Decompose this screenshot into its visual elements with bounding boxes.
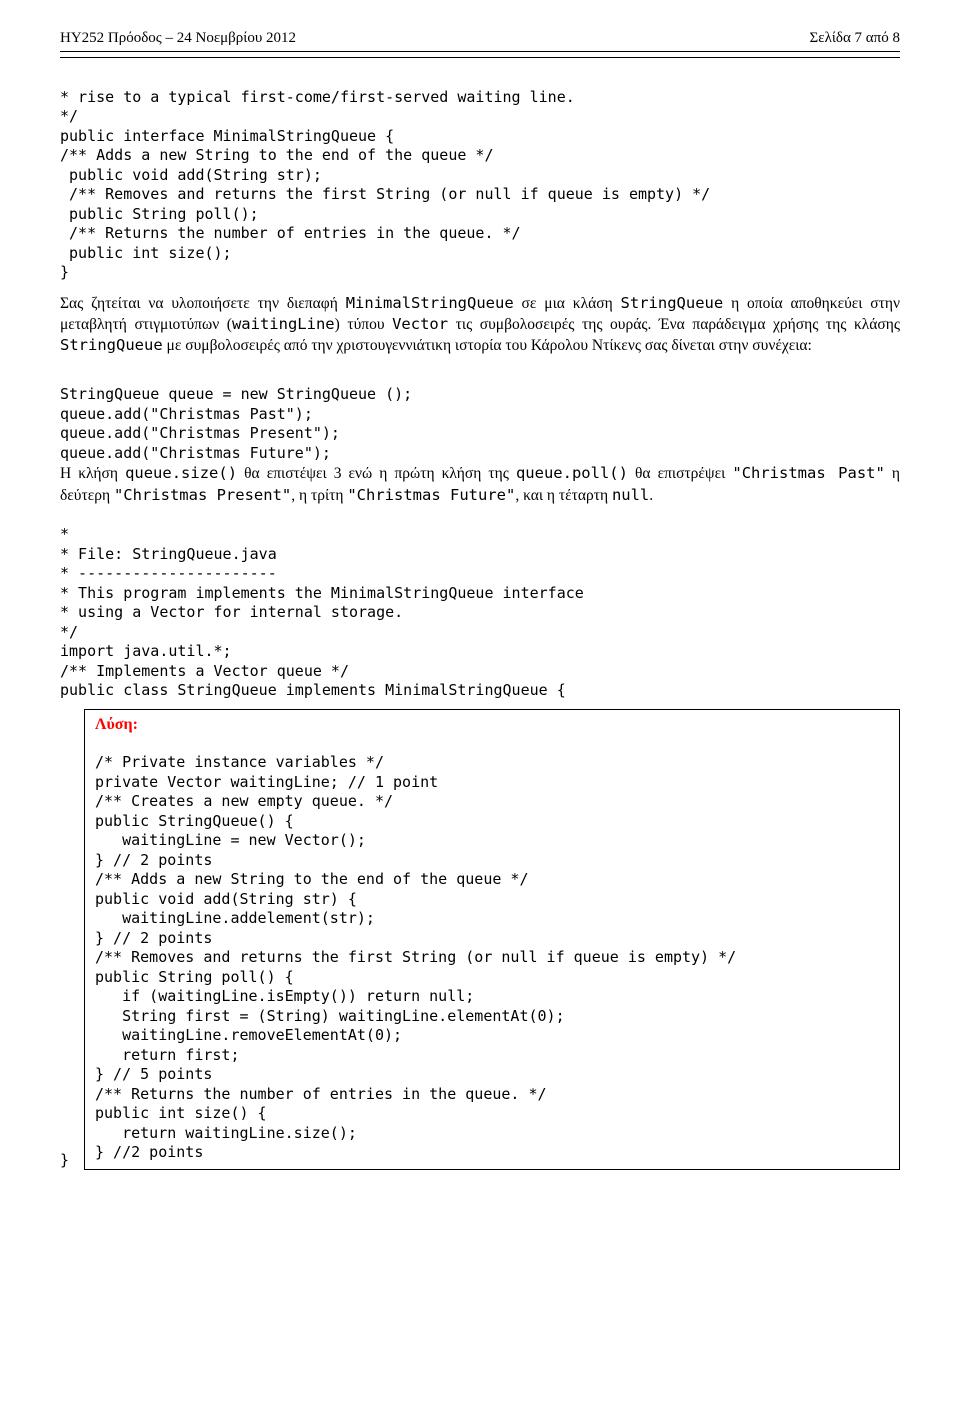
code-inline: queue.size() (125, 464, 237, 482)
text: τις συμβολοσειρές της ουράς. Ένα παράδει… (448, 316, 900, 333)
code-block-class-header: * * File: StringQueue.java * -----------… (60, 506, 900, 701)
code-line: waitingLine = new Vector(); (95, 831, 366, 849)
code-line: /** Adds a new String to the end of the … (95, 870, 528, 888)
code-inline: Vector (392, 315, 448, 333)
solution-label: Λύση: (95, 716, 138, 733)
header-left: ΗΥ252 Πρόοδος – 24 Νοεμβρίου 2012 (60, 30, 296, 47)
code-line: /** Adds a new String to the end of the … (60, 146, 493, 164)
code-line: /** Creates a new empty queue. */ (95, 792, 393, 810)
code-line: /* Private instance variables */ (95, 753, 384, 771)
text: , η τρίτη (291, 487, 347, 504)
code-line: */ (60, 623, 78, 641)
text: θα επιστέψει 3 ενώ η πρώτη κλήση της (237, 465, 516, 482)
code-line: public void add(String str); (60, 166, 322, 184)
code-line: /** Implements a Vector queue */ (60, 662, 349, 680)
code-line: } (60, 263, 69, 281)
code-line: queue.add("Christmas Future"); (60, 444, 331, 462)
code-inline: StringQueue (621, 294, 724, 312)
code-line: public String poll(); (60, 205, 259, 223)
code-line: * ---------------------- (60, 564, 277, 582)
code-line: private Vector waitingLine; // 1 point (95, 773, 438, 791)
code-inline: MinimalStringQueue (346, 294, 514, 312)
code-line: String first = (String) waitingLine.elem… (95, 1007, 565, 1025)
code-line: public interface MinimalStringQueue { (60, 127, 394, 145)
code-line: * File: StringQueue.java (60, 545, 277, 563)
code-line: * This program implements the MinimalStr… (60, 584, 584, 602)
code-line: import java.util.*; (60, 642, 232, 660)
code-line: public int size() { (95, 1104, 267, 1122)
code-line: public int size(); (60, 244, 232, 262)
solution-box: Λύση: /* Private instance variables */ p… (84, 709, 900, 1170)
code-block-example: StringQueue queue = new StringQueue (); … (60, 366, 900, 464)
text: θα επιστρέψει (628, 465, 732, 482)
code-line: * using a Vector for internal storage. (60, 603, 403, 621)
code-line: } // 5 points (95, 1065, 212, 1083)
code-line: * rise to a typical first-come/first-ser… (60, 88, 575, 106)
code-line: /** Removes and returns the first String… (95, 948, 736, 966)
header-right: Σελίδα 7 από 8 (810, 30, 900, 47)
code-line: waitingLine.addelement(str); (95, 909, 375, 927)
closing-brace-column: } (60, 1151, 84, 1170)
code-line: public String poll() { (95, 968, 294, 986)
paragraph-2: Η κλήση queue.size() θα επιστέψει 3 ενώ … (60, 463, 900, 505)
code-line: return first; (95, 1046, 240, 1064)
solution-code: /* Private instance variables */ private… (95, 734, 889, 1163)
text: Σας ζητείται να υλοποιήσετε την διεπαφή (60, 295, 346, 312)
code-line: /** Returns the number of entries in the… (95, 1085, 547, 1103)
code-line: } // 2 points (95, 929, 212, 947)
code-inline: waitingLine (232, 315, 335, 333)
text: , και η τέταρτη (515, 487, 612, 504)
closing-brace: } (60, 1151, 69, 1169)
page-header: ΗΥ252 Πρόοδος – 24 Νοεμβρίου 2012 Σελίδα… (60, 30, 900, 47)
code-line: return waitingLine.size(); (95, 1124, 357, 1142)
text: με συμβολοσειρές από την χριστουγεννιάτι… (163, 337, 812, 354)
code-inline: queue.poll() (516, 464, 628, 482)
code-inline: "Christmas Present" (114, 486, 291, 504)
text: σε μια κλάση (514, 295, 621, 312)
code-line: public StringQueue() { (95, 812, 294, 830)
code-line: */ (60, 107, 78, 125)
code-line: waitingLine.removeElementAt(0); (95, 1026, 402, 1044)
code-line: /** Removes and returns the first String… (60, 185, 710, 203)
code-line: /** Returns the number of entries in the… (60, 224, 521, 242)
code-line: } // 2 points (95, 851, 212, 869)
code-line: public class StringQueue implements Mini… (60, 681, 566, 699)
text: ) τύπου (335, 316, 392, 333)
code-line: StringQueue queue = new StringQueue (); (60, 385, 412, 403)
code-line: } //2 points (95, 1143, 203, 1161)
text: Η κλήση (60, 465, 125, 482)
code-block-interface: * rise to a typical first-come/first-ser… (60, 68, 900, 283)
code-inline: StringQueue (60, 336, 163, 354)
header-rule-2 (60, 54, 900, 58)
code-line: queue.add("Christmas Present"); (60, 424, 340, 442)
header-rule-1 (60, 51, 900, 52)
paragraph-1: Σας ζητείται να υλοποιήσετε την διεπαφή … (60, 293, 900, 356)
code-line: if (waitingLine.isEmpty()) return null; (95, 987, 474, 1005)
code-line: public void add(String str) { (95, 890, 357, 908)
code-inline: null (612, 486, 649, 504)
code-inline: "Christmas Past" (732, 464, 885, 482)
text: . (649, 487, 653, 504)
code-line: queue.add("Christmas Past"); (60, 405, 313, 423)
code-inline: "Christmas Future" (347, 486, 515, 504)
code-line: * (60, 525, 69, 543)
